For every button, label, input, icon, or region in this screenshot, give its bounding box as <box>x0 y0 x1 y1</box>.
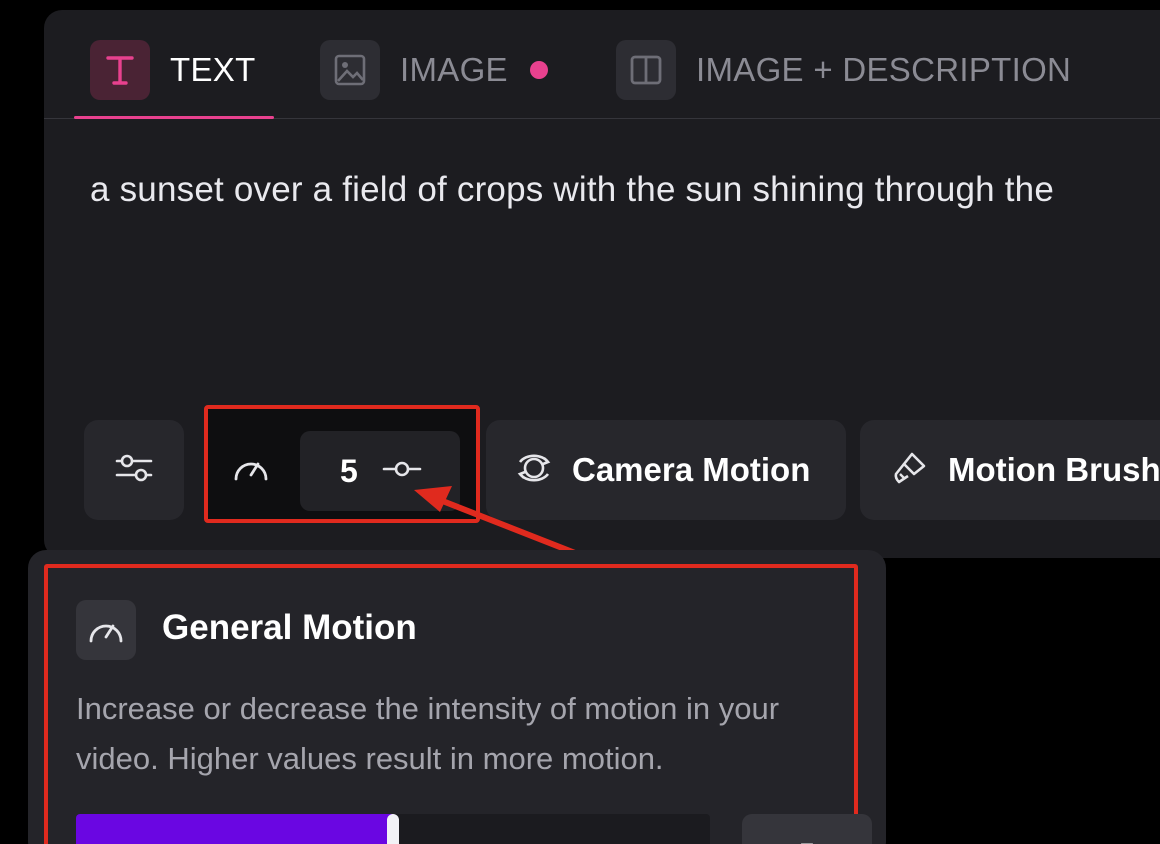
speedometer-icon <box>232 453 270 488</box>
brush-icon <box>890 448 930 493</box>
motion-intensity-slider[interactable] <box>76 814 710 844</box>
image-icon <box>320 40 380 100</box>
mode-tabs: TEXT IMAGE IMAGE + DESCRIPTION <box>44 10 1160 119</box>
motion-brush-button[interactable]: Motion Brush <box>860 420 1160 520</box>
tab-text[interactable]: TEXT <box>90 40 256 100</box>
split-panel-icon <box>616 40 676 100</box>
prompt-textarea[interactable]: a sunset over a field of crops with the … <box>90 170 1054 210</box>
text-t-icon <box>90 40 150 100</box>
slider-thumb[interactable] <box>387 814 399 844</box>
general-motion-control-highlight[interactable]: 5 <box>204 405 480 523</box>
slider-knob-icon <box>382 459 422 484</box>
camera-orbit-icon <box>514 448 554 493</box>
general-motion-value-button[interactable]: 5 <box>300 431 460 511</box>
sliders-icon <box>114 451 154 490</box>
active-tab-indicator <box>74 116 274 119</box>
popover-description: Increase or decrease the intensity of mo… <box>76 691 780 776</box>
tab-label: TEXT <box>170 51 256 88</box>
popover-title: General Motion <box>162 608 417 647</box>
tab-image[interactable]: IMAGE <box>320 40 548 100</box>
tab-image-description[interactable]: IMAGE + DESCRIPTION <box>616 40 1071 100</box>
slider-fill <box>76 814 393 844</box>
tab-label: IMAGE <box>400 51 508 88</box>
camera-motion-button[interactable]: Camera Motion <box>486 420 846 520</box>
slider-value-input[interactable]: 5 <box>742 814 872 844</box>
motion-brush-label: Motion Brush <box>948 451 1160 488</box>
general-motion-value: 5 <box>340 452 358 489</box>
camera-motion-label: Camera Motion <box>572 451 811 488</box>
notification-dot <box>529 61 548 79</box>
settings-button[interactable] <box>84 420 184 520</box>
popover-highlight-frame: General Motion Increase or decrease the … <box>44 564 872 844</box>
generation-panel: TEXT IMAGE IMAGE + DESCRIPTION a sunset … <box>44 10 1160 558</box>
speedometer-icon <box>76 600 136 660</box>
general-motion-popover: General Motion Increase or decrease the … <box>28 550 886 844</box>
tab-label: IMAGE + DESCRIPTION <box>696 51 1072 88</box>
